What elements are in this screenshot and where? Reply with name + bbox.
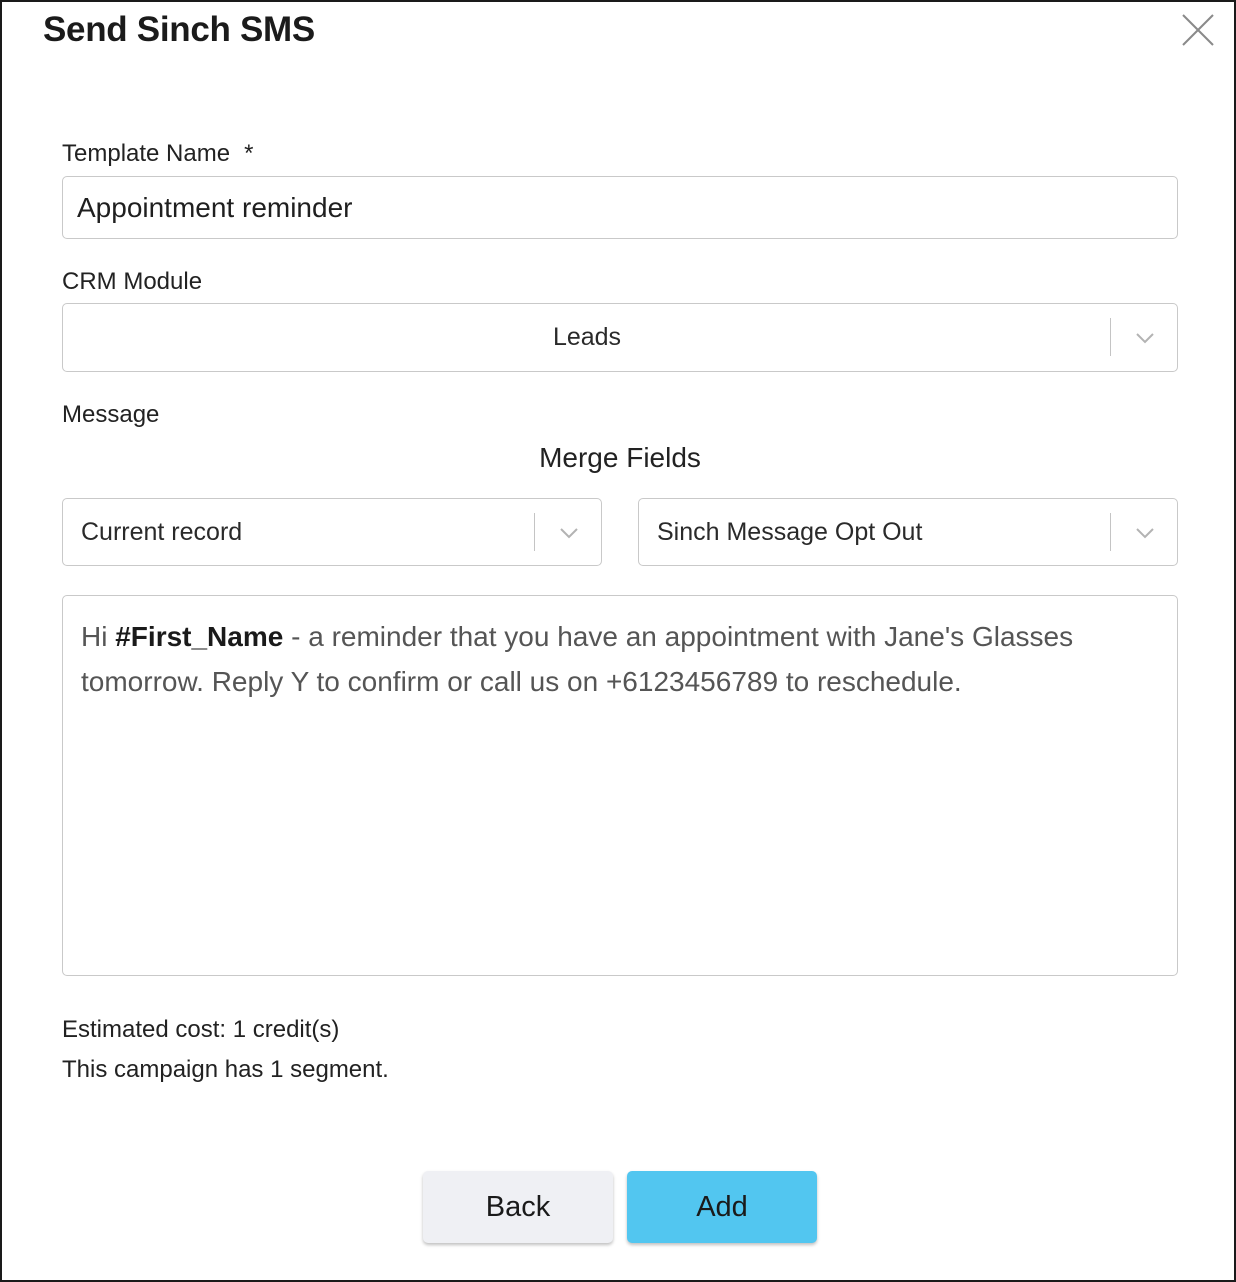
merge-field-token: #First_Name (115, 621, 284, 652)
chevron-down-icon (1136, 528, 1154, 539)
required-mark: * (244, 140, 254, 167)
message-text-prefix: Hi (81, 621, 116, 652)
merge-field-select[interactable]: Sinch Message Opt Out (638, 498, 1178, 566)
crm-module-value: Leads (552, 323, 622, 351)
chevron-down-icon (1136, 333, 1154, 344)
close-button[interactable] (1178, 10, 1218, 50)
message-textarea[interactable]: Hi #First_Name - a reminder that you hav… (62, 595, 1178, 976)
select-separator (1110, 318, 1111, 356)
merge-field-select-value: Sinch Message Opt Out (657, 518, 923, 546)
crm-module-select[interactable]: Leads (62, 303, 1178, 372)
close-icon (1182, 14, 1214, 46)
add-button[interactable]: Add (627, 1171, 817, 1243)
template-name-input[interactable] (62, 176, 1178, 239)
chevron-down-icon (560, 528, 578, 539)
back-button[interactable]: Back (423, 1171, 613, 1243)
crm-module-label: CRM Module (62, 268, 203, 295)
record-select[interactable]: Current record (62, 498, 602, 566)
template-name-label: Template Name * (62, 140, 253, 168)
select-separator (534, 513, 535, 551)
template-name-label-text: Template Name (62, 140, 231, 167)
message-label: Message (62, 401, 160, 428)
record-select-value: Current record (81, 518, 243, 546)
dialog-title: Send Sinch SMS (43, 10, 315, 49)
send-sms-dialog: Send Sinch SMS Template Name * CRM Module… (0, 0, 1236, 1282)
select-separator (1110, 513, 1111, 551)
segment-count: This campaign has 1 segment. (62, 1056, 389, 1083)
merge-fields-title: Merge Fields (539, 442, 701, 473)
estimated-cost: Estimated cost: 1 credit(s) (62, 1016, 340, 1043)
